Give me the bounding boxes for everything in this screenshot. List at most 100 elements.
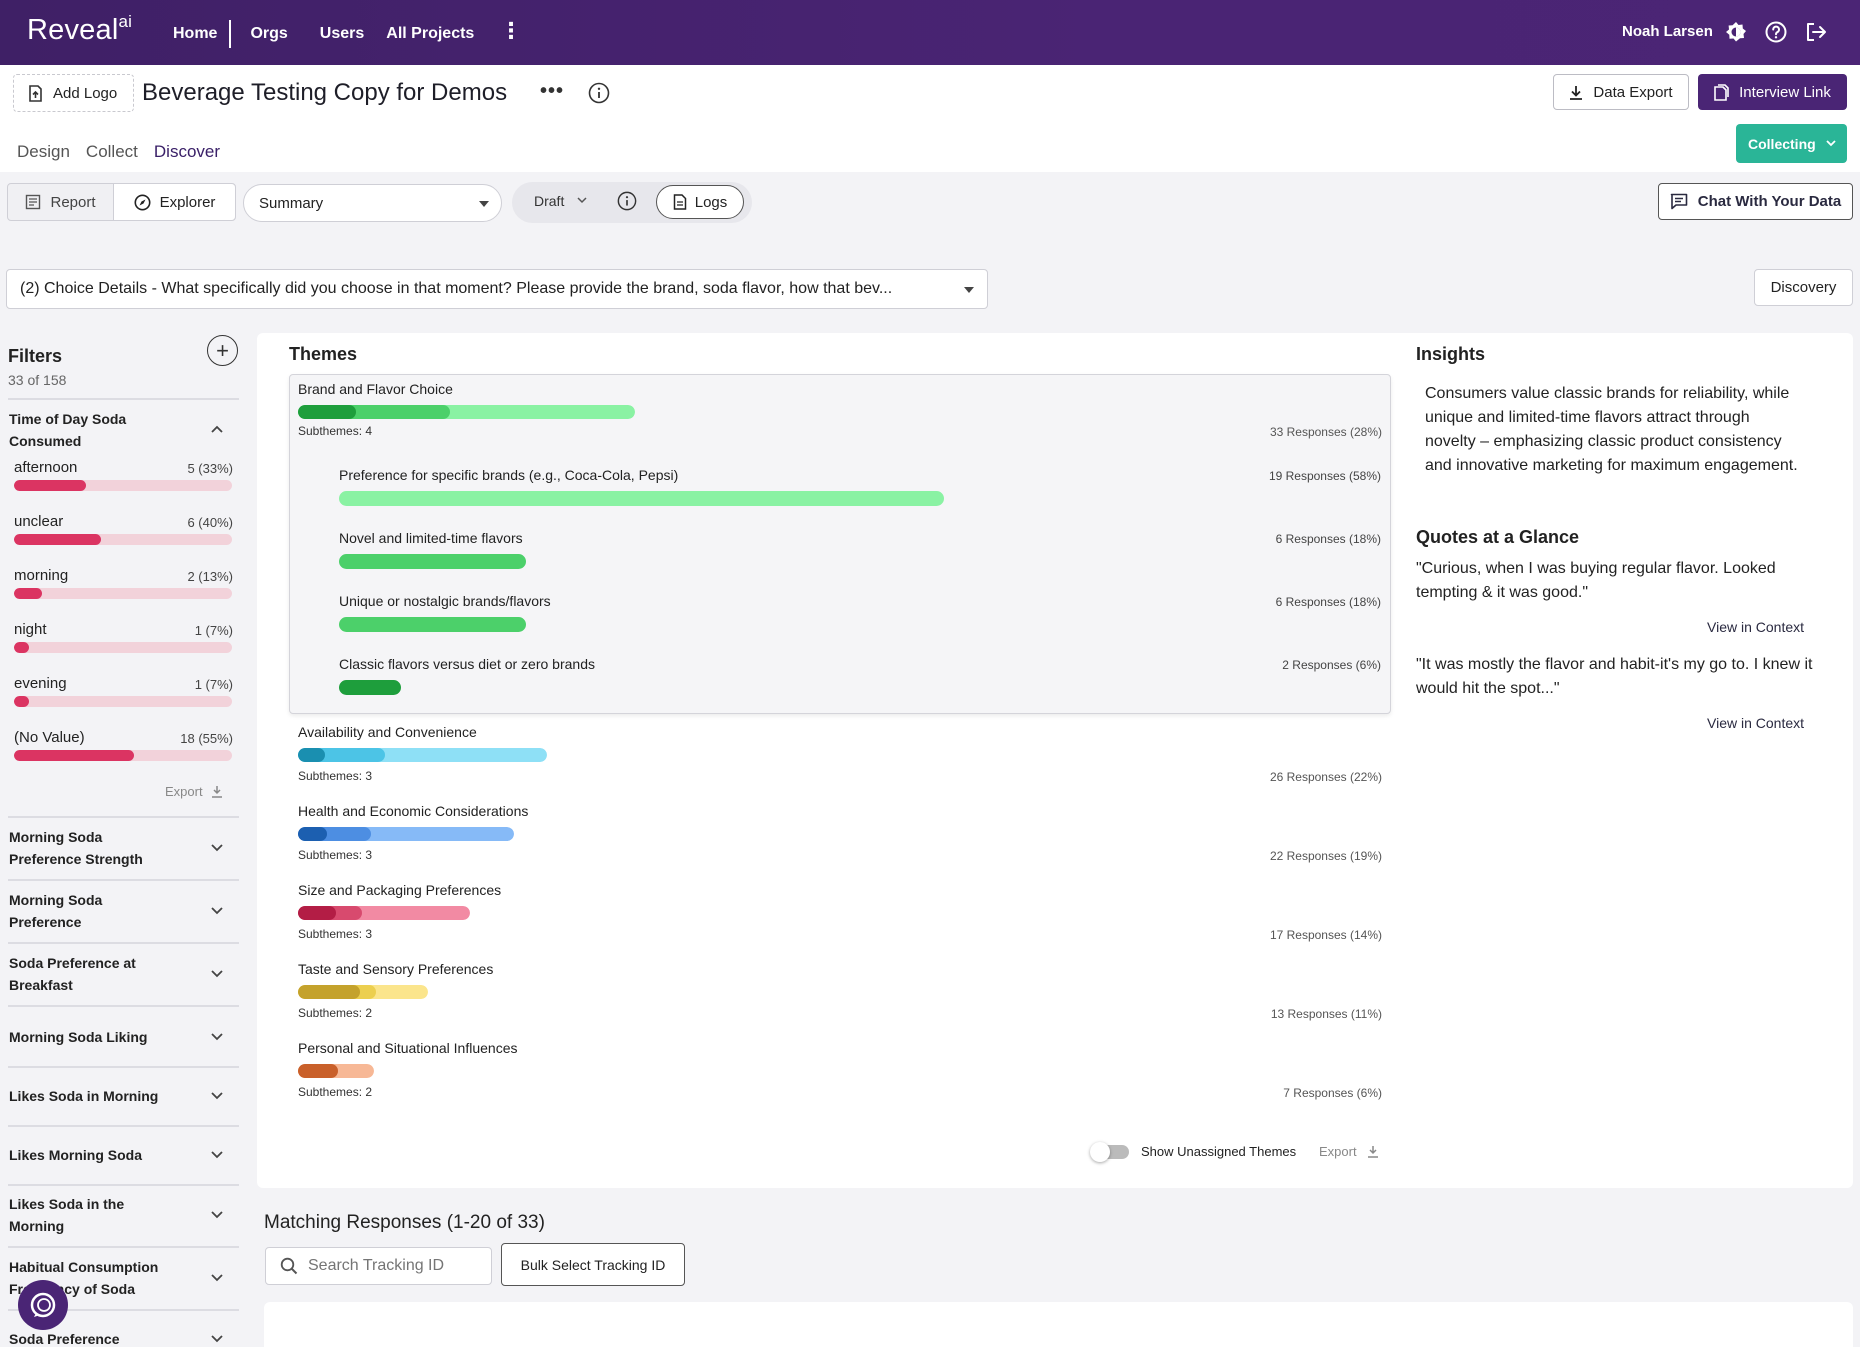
theme-name[interactable]: Availability and Convenience [298,724,477,740]
divider [8,398,239,400]
report-view-button[interactable]: Report [8,184,114,220]
divider [8,1005,239,1007]
theme-name[interactable]: Personal and Situational Influences [298,1040,517,1056]
tab-design[interactable]: Design [17,142,70,162]
theme-bar[interactable] [298,985,428,999]
nav-orgs[interactable]: Orgs [250,25,287,43]
nav-home[interactable]: Home [173,25,217,43]
filter-group[interactable]: Soda Preference [9,1328,159,1347]
filter-value-bar[interactable] [14,534,232,545]
summary-value: Summary [259,194,324,212]
filter-value-label[interactable]: evening [14,675,67,692]
question-select[interactable]: (2) Choice Details - What specifically d… [6,269,988,309]
filter-value-label[interactable]: unclear [14,513,63,530]
filter-group[interactable]: Likes Morning Soda [9,1144,159,1166]
subtheme-name[interactable]: Classic flavors versus diet or zero bran… [339,656,595,672]
subtheme-response-count: 6 Responses (18%) [1275,532,1381,546]
search-tracking-input[interactable] [308,1257,478,1275]
tab-discover[interactable]: Discover [154,142,220,162]
filter-value-label[interactable]: morning [14,567,68,584]
chevron-down-icon[interactable] [210,1032,224,1042]
reveal-logo[interactable]: Revealai [27,12,132,47]
chevron-down-icon[interactable] [210,843,224,853]
add-filter-icon[interactable]: + [207,335,238,366]
tab-collect[interactable]: Collect [86,142,138,162]
toggle-knob[interactable] [1090,1142,1110,1162]
chevron-down-icon[interactable] [576,194,588,206]
theme-bar[interactable] [298,405,635,419]
nav-users[interactable]: Users [320,25,364,43]
filter-value-bar[interactable] [14,750,232,761]
themes-export-button[interactable]: Export [1319,1144,1379,1159]
theme-name[interactable]: Health and Economic Considerations [298,803,528,819]
collecting-status-button[interactable]: Collecting [1736,124,1847,163]
data-export-button[interactable]: Data Export [1553,74,1689,110]
filter-value-bar[interactable] [14,696,232,707]
filter-value-label[interactable]: night [14,621,47,638]
chevron-down-icon[interactable] [210,1273,224,1283]
chevron-up-icon[interactable] [210,424,224,434]
filter-group[interactable]: Likes Soda in Morning [9,1085,159,1107]
theme-bar[interactable] [298,906,470,920]
themes-export-label: Export [1319,1144,1357,1159]
filter-value-bar[interactable] [14,642,232,653]
user-name[interactable]: Noah Larsen [1622,23,1713,40]
filter-group[interactable]: Morning Soda Preference Strength [9,826,159,870]
logs-label: Logs [694,193,728,211]
chevron-down-icon[interactable] [210,1210,224,1220]
copy-document-icon [1714,83,1729,101]
filter-export-button[interactable]: Export [165,784,223,799]
divider [8,942,239,944]
view-in-context-link[interactable]: View in Context [1707,715,1804,731]
nav-all-projects[interactable]: All Projects [386,25,474,43]
chevron-down-icon[interactable] [210,1091,224,1101]
subtheme-name[interactable]: Preference for specific brands (e.g., Co… [339,467,678,483]
view-in-context-link[interactable]: View in Context [1707,619,1804,635]
interview-link-button[interactable]: Interview Link [1698,74,1847,110]
logout-icon[interactable] [1804,20,1828,44]
subtheme-bar[interactable] [339,617,526,632]
theme-response-count: 17 Responses (14%) [1269,928,1382,942]
brightness-icon[interactable] [1724,20,1748,44]
theme-bar[interactable] [298,1064,374,1078]
chevron-down-icon[interactable] [210,1334,224,1344]
info-icon[interactable] [617,191,637,211]
info-icon[interactable] [588,82,610,104]
chat-with-data-button[interactable]: Chat With Your Data [1658,183,1853,220]
more-vertical-icon[interactable]: ⋮ [500,20,522,42]
filter-value-bar[interactable] [14,588,232,599]
filter-value-label[interactable]: afternoon [14,459,77,476]
summary-select[interactable]: Summary [243,184,502,222]
theme-name[interactable]: Taste and Sensory Preferences [298,961,493,977]
more-horizontal-icon[interactable]: ••• [540,80,564,103]
report-label: Report [50,193,96,211]
explorer-view-button[interactable]: Explorer [114,184,235,220]
theme-subthemes-count: Subthemes: 3 [298,769,373,783]
subtheme-bar[interactable] [339,554,526,569]
help-icon[interactable] [1764,20,1788,44]
filter-group-time-of-day[interactable]: Time of Day Soda Consumed [9,408,189,452]
logs-button[interactable]: Logs [656,185,744,219]
filter-group[interactable]: Morning Soda Preference [9,889,159,933]
chevron-down-icon[interactable] [210,969,224,979]
bulk-select-button[interactable]: Bulk Select Tracking ID [501,1243,685,1286]
chevron-down-icon[interactable] [210,906,224,916]
filter-group[interactable]: Likes Soda in the Morning [9,1193,159,1237]
theme-name[interactable]: Size and Packaging Preferences [298,882,501,898]
filter-group[interactable]: Morning Soda Liking [9,1026,159,1048]
theme-bar[interactable] [298,827,514,841]
chevron-down-icon[interactable] [210,1150,224,1160]
filter-value-label[interactable]: (No Value) [14,729,85,746]
theme-name[interactable]: Brand and Flavor Choice [298,381,453,397]
subtheme-bar[interactable] [339,491,944,506]
add-logo-button[interactable]: Add Logo [13,74,134,112]
draft-select[interactable]: Draft [534,193,564,209]
subtheme-bar[interactable] [339,680,401,695]
discovery-button[interactable]: Discovery [1754,269,1853,306]
subtheme-name[interactable]: Novel and limited-time flavors [339,530,523,546]
filter-group[interactable]: Soda Preference at Breakfast [9,952,159,996]
subtheme-name[interactable]: Unique or nostalgic brands/flavors [339,593,551,609]
filter-value-bar[interactable] [14,480,232,491]
theme-bar[interactable] [298,748,547,762]
support-chat-icon[interactable] [18,1280,68,1330]
